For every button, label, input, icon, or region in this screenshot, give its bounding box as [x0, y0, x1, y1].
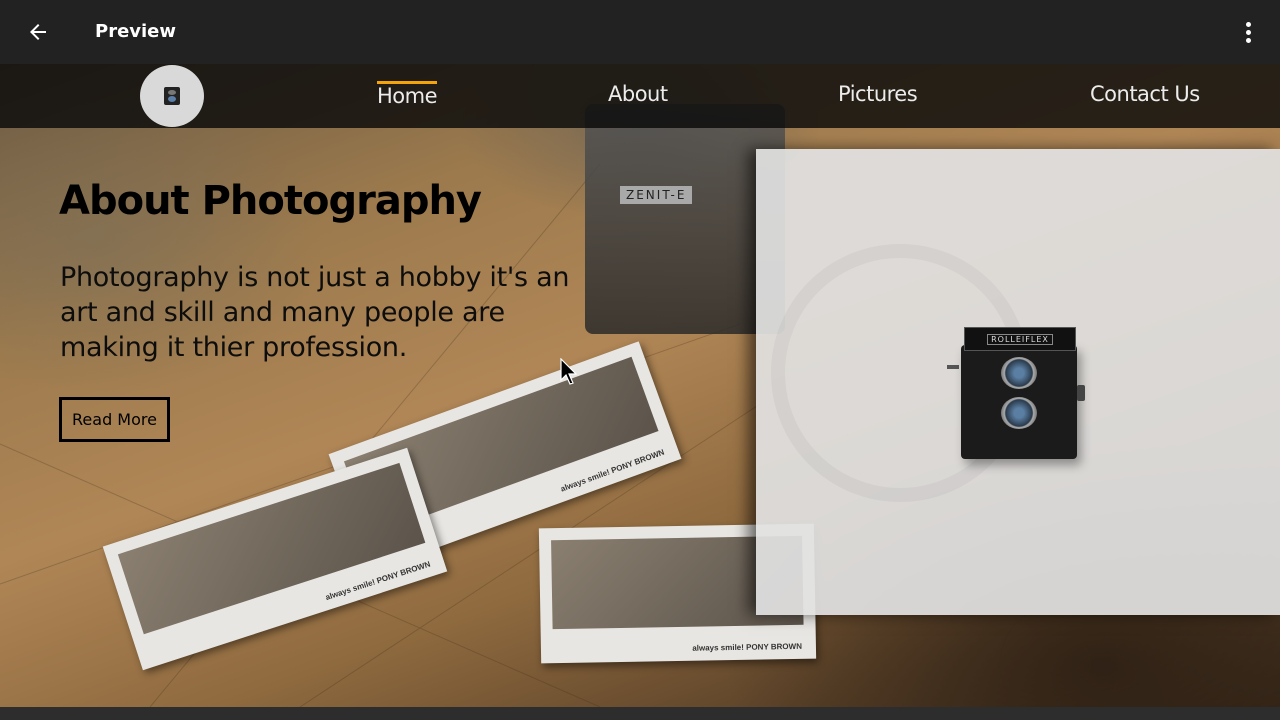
nav-home[interactable]: Home [377, 81, 438, 108]
web-page-preview: ZENIT-E always smile! PONY BROWN always … [0, 64, 1280, 707]
background-camera [585, 104, 785, 334]
camera-icon [164, 87, 180, 105]
read-more-button[interactable]: Read More [59, 397, 170, 442]
site-navbar: Home About Pictures Contact Us [0, 64, 1280, 128]
hero-title: About Photography [59, 178, 482, 224]
more-options-button[interactable] [1230, 14, 1266, 50]
app-bar: Preview [0, 0, 1280, 64]
nav-contact-us[interactable]: Contact Us [1090, 82, 1200, 106]
arrow-left-icon [30, 24, 46, 40]
featured-image-panel: ROLLEIFLEX [756, 149, 1280, 615]
app-bar-title: Preview [95, 21, 177, 42]
nav-about[interactable]: About [608, 82, 668, 106]
camera-brand-label: ROLLEIFLEX [987, 333, 1053, 345]
background-camera-label: ZENIT-E [620, 186, 693, 204]
hero-description: Photography is not just a hobby it's an … [60, 262, 570, 363]
mouse-cursor-icon [560, 357, 580, 391]
back-button[interactable] [18, 12, 58, 52]
bottom-bar [0, 707, 1280, 720]
site-logo[interactable] [140, 65, 204, 127]
nav-pictures[interactable]: Pictures [838, 82, 918, 106]
taking-lens [1001, 397, 1037, 429]
viewing-lens [1001, 357, 1037, 389]
rolleiflex-camera-image: ROLLEIFLEX [947, 327, 1085, 459]
more-vert-icon [1245, 21, 1251, 27]
